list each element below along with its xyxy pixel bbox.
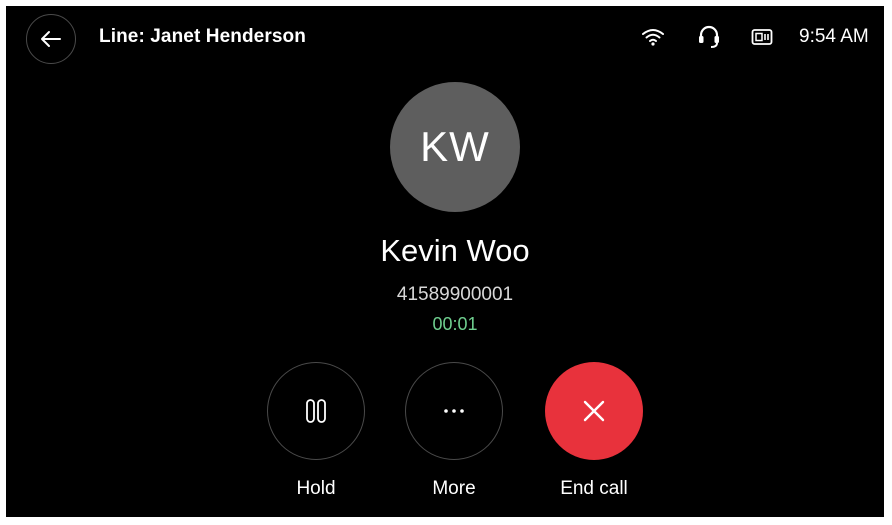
line-title: Line: Janet Henderson bbox=[99, 26, 306, 47]
close-icon bbox=[582, 399, 606, 423]
more-label: More bbox=[432, 478, 476, 499]
call-timer: 00:01 bbox=[432, 314, 478, 334]
end-call-action: End call bbox=[544, 362, 644, 500]
avatar: KW bbox=[390, 82, 520, 212]
contact-number: 41589900001 bbox=[396, 284, 514, 305]
end-call-label: End call bbox=[560, 478, 628, 499]
more-action: More bbox=[404, 362, 504, 500]
hold-label: Hold bbox=[296, 478, 336, 499]
more-button[interactable] bbox=[405, 362, 503, 460]
end-call-button[interactable] bbox=[545, 362, 643, 460]
ellipsis-icon bbox=[442, 408, 466, 414]
hold-action: Hold bbox=[266, 362, 366, 500]
back-button[interactable] bbox=[26, 14, 76, 64]
wifi-icon bbox=[640, 24, 666, 50]
call-screen: Line: Janet Henderson 9:54 AM KW Kevin W… bbox=[6, 6, 884, 517]
pause-icon bbox=[304, 398, 328, 424]
back-arrow-icon bbox=[40, 30, 62, 48]
device-icon[interactable] bbox=[749, 24, 775, 50]
hold-button[interactable] bbox=[267, 362, 365, 460]
contact-name: Kevin Woo bbox=[380, 233, 530, 268]
headset-icon[interactable] bbox=[696, 24, 722, 50]
clock: 9:54 AM bbox=[799, 26, 869, 47]
